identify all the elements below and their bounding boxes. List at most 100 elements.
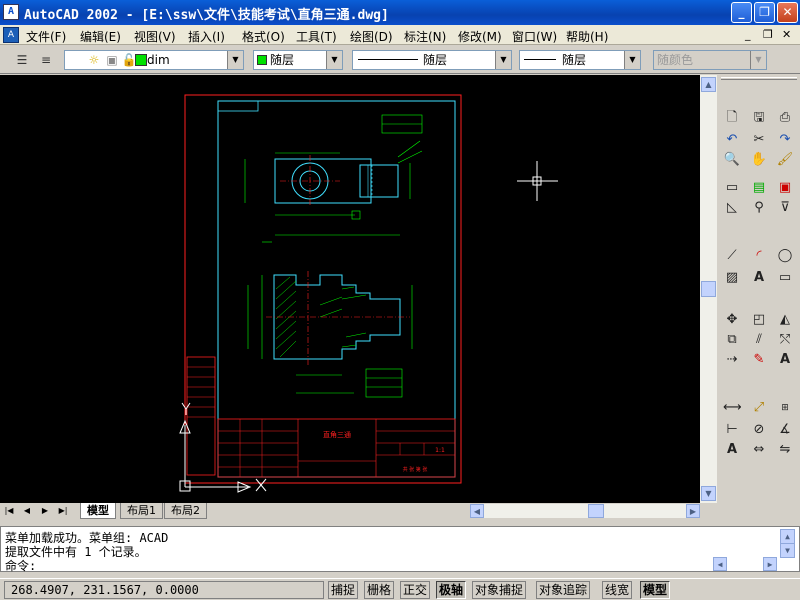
arc-icon[interactable]: ◜ bbox=[750, 247, 768, 265]
menu-window[interactable]: 窗口(W) bbox=[512, 28, 557, 45]
linetype-combo[interactable]: 随层 ▼ bbox=[352, 50, 512, 70]
baseline-dimension-icon[interactable]: ⊢ bbox=[723, 421, 741, 439]
move-icon[interactable]: ✥ bbox=[723, 311, 741, 329]
copy-icon[interactable]: ⧉ bbox=[723, 331, 741, 349]
snap-icon[interactable]: ◺ bbox=[723, 199, 741, 217]
menu-draw[interactable]: 绘图(D) bbox=[350, 28, 393, 45]
print-icon[interactable]: ⎙ bbox=[776, 109, 794, 127]
mirror-icon[interactable]: ◭ bbox=[776, 311, 794, 329]
command-prompt[interactable]: 命令: bbox=[5, 557, 36, 574]
radius-dimension-icon[interactable]: ⊘ bbox=[750, 421, 768, 439]
autocad-app-icon[interactable]: A bbox=[3, 4, 19, 20]
dimension-text-icon[interactable]: A bbox=[723, 441, 741, 459]
tab-layout2[interactable]: 布局2 bbox=[164, 503, 207, 519]
trim-icon[interactable]: ⤲ bbox=[776, 331, 794, 349]
color-combo-arrow-icon[interactable]: ▼ bbox=[326, 51, 342, 69]
vertical-scroll-thumb[interactable] bbox=[701, 281, 716, 297]
text-icon[interactable]: A bbox=[750, 269, 768, 287]
layer-previous-icon[interactable]: ≡ bbox=[38, 52, 54, 68]
command-scroll-down-icon[interactable]: ▼ bbox=[780, 543, 795, 558]
drawing-canvas[interactable]: 直角三通 1:1 共 张 第 张 bbox=[0, 75, 700, 503]
lineweight-combo[interactable]: 随层 ▼ bbox=[519, 50, 641, 70]
grid-toggle[interactable]: 栅格 bbox=[364, 581, 395, 599]
rectangle-icon[interactable]: ▭ bbox=[776, 269, 794, 287]
scroll-up-icon[interactable]: ▲ bbox=[701, 77, 716, 92]
otrack-toggle[interactable]: 对象追踪 bbox=[536, 581, 591, 599]
menu-modify[interactable]: 修改(M) bbox=[458, 28, 502, 45]
angular-dimension-icon[interactable]: ∡ bbox=[776, 421, 794, 439]
toolbar-grip[interactable] bbox=[721, 77, 797, 80]
tab-next-icon[interactable]: ▶ bbox=[38, 504, 52, 518]
color-combo[interactable]: 随层 ▼ bbox=[253, 50, 343, 70]
save-icon[interactable]: 🖫 bbox=[750, 109, 768, 127]
pan-icon[interactable]: ✋ bbox=[750, 151, 768, 169]
osnap-icon[interactable]: ⊽ bbox=[776, 199, 794, 217]
layer-combo-arrow-icon[interactable]: ▼ bbox=[227, 51, 243, 69]
undo-icon[interactable]: ↶ bbox=[723, 131, 741, 149]
layer-manager-icon[interactable]: ☰ bbox=[14, 52, 30, 68]
maximize-button[interactable]: ❐ bbox=[754, 2, 775, 23]
tab-prev-icon[interactable]: ◀ bbox=[20, 504, 34, 518]
properties-icon[interactable]: ▣ bbox=[776, 179, 794, 197]
scroll-left-icon[interactable]: ◀ bbox=[470, 504, 484, 518]
minimize-button[interactable]: _ bbox=[731, 2, 752, 23]
ordinate-dimension-icon[interactable]: ⊞ bbox=[776, 399, 794, 417]
lineweight-combo-arrow-icon[interactable]: ▼ bbox=[624, 51, 640, 69]
doc-restore-button[interactable]: ❐ bbox=[763, 28, 773, 41]
horizontal-scroll-thumb[interactable] bbox=[588, 504, 604, 518]
doc-close-button[interactable]: ✕ bbox=[782, 28, 791, 41]
command-scroll-up-icon[interactable]: ▲ bbox=[780, 529, 795, 544]
layer-viewport-icon[interactable]: ▣ bbox=[104, 52, 120, 68]
erase-icon[interactable]: ✎ bbox=[750, 351, 768, 369]
scale-icon[interactable]: ◰ bbox=[750, 311, 768, 329]
menu-format[interactable]: 格式(O) bbox=[242, 28, 285, 45]
lineweight-toggle[interactable]: 线宽 bbox=[602, 581, 633, 599]
freeze-sun-icon[interactable]: ☼ bbox=[86, 52, 102, 68]
offset-icon[interactable]: ⫽ bbox=[750, 331, 768, 349]
aligned-dimension-icon[interactable]: ⤢ bbox=[750, 399, 768, 417]
osnap-toggle[interactable]: 对象捕捉 bbox=[472, 581, 527, 599]
scroll-down-icon[interactable]: ▼ bbox=[701, 486, 716, 501]
menu-insert[interactable]: 插入(I) bbox=[188, 28, 225, 45]
doc-minimize-button[interactable]: _ bbox=[745, 28, 751, 41]
dimension-edit-icon[interactable]: ⇔ bbox=[750, 441, 768, 459]
snap-toggle[interactable]: 捕捉 bbox=[328, 581, 359, 599]
tab-first-icon[interactable]: |◀ bbox=[2, 504, 16, 518]
menu-file[interactable]: 文件(F) bbox=[26, 28, 66, 45]
line-icon[interactable]: ⟋ bbox=[723, 247, 741, 265]
match-properties-icon[interactable]: 🖌 bbox=[776, 151, 794, 169]
polar-toggle[interactable]: 极轴 bbox=[436, 581, 467, 599]
menu-dimension[interactable]: 标注(N) bbox=[404, 28, 446, 45]
layer-icon[interactable]: ▤ bbox=[750, 179, 768, 197]
new-file-icon[interactable]: 🗋 bbox=[723, 109, 741, 127]
close-button[interactable]: ✕ bbox=[777, 2, 798, 23]
redo-icon[interactable]: ↷ bbox=[776, 131, 794, 149]
zoom-realtime-icon[interactable]: 🔍 bbox=[723, 151, 741, 169]
tab-model[interactable]: 模型 bbox=[80, 503, 116, 519]
circle-icon[interactable]: ◯ bbox=[776, 247, 794, 265]
menu-help[interactable]: 帮助(H) bbox=[566, 28, 608, 45]
tab-last-icon[interactable]: ▶| bbox=[56, 504, 70, 518]
ortho-toggle[interactable]: 正交 bbox=[400, 581, 431, 599]
ucs-icon[interactable]: ⚲ bbox=[750, 199, 768, 217]
model-toggle[interactable]: 模型 bbox=[640, 581, 671, 599]
vertical-scrollbar[interactable]: ▲ ▼ bbox=[700, 75, 717, 503]
menu-view[interactable]: 视图(V) bbox=[134, 28, 176, 45]
document-icon[interactable]: A bbox=[3, 27, 19, 43]
hatch-icon[interactable]: ▨ bbox=[723, 269, 741, 287]
horizontal-scrollbar[interactable]: ◀ ▶ bbox=[470, 504, 700, 518]
linear-dimension-icon[interactable]: ⟷ bbox=[723, 399, 742, 417]
linetype-combo-arrow-icon[interactable]: ▼ bbox=[495, 51, 511, 69]
menu-tools[interactable]: 工具(T) bbox=[296, 28, 337, 45]
command-window[interactable]: 菜单加载成功。菜单组: ACAD 提取文件中有 1 个记录。 命令: ▲ ▼ ◀… bbox=[0, 526, 800, 574]
scroll-right-icon[interactable]: ▶ bbox=[686, 504, 700, 518]
command-scroll-left-icon[interactable]: ◀ bbox=[713, 557, 727, 571]
tab-layout1[interactable]: 布局1 bbox=[120, 503, 163, 519]
cut-icon[interactable]: ✂ bbox=[750, 131, 768, 149]
menu-edit[interactable]: 编辑(E) bbox=[80, 28, 121, 45]
dimension-style-icon[interactable]: ⇋ bbox=[776, 441, 794, 459]
layout-icon[interactable]: ▭ bbox=[723, 179, 741, 197]
multiline-text-icon[interactable]: A bbox=[776, 351, 794, 369]
command-scroll-right-icon[interactable]: ▶ bbox=[763, 557, 777, 571]
coordinate-readout[interactable]: 268.4907, 231.1567, 0.0000 bbox=[4, 581, 324, 599]
